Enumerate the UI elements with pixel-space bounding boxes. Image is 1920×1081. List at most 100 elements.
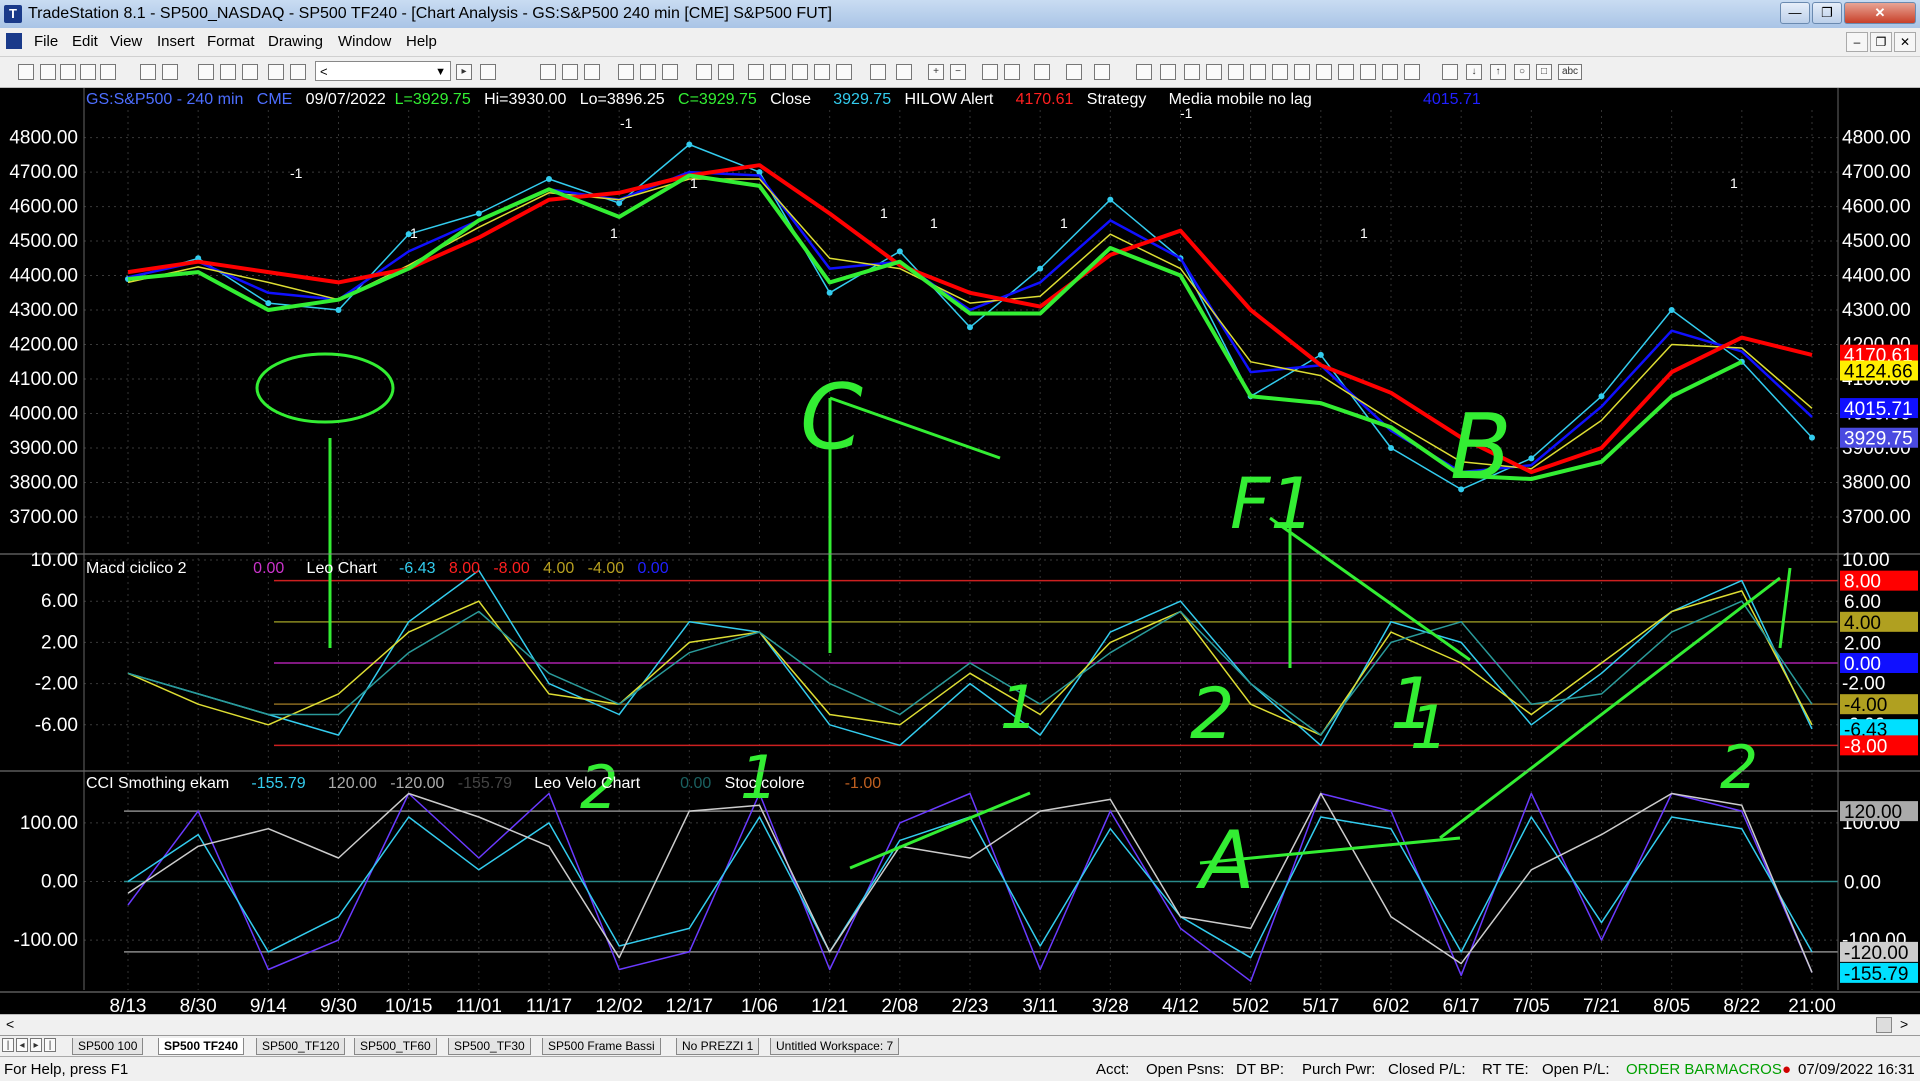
open-psns-label: Open Psns: [1146, 1061, 1225, 1078]
tab-sp500-frame-bassi[interactable]: SP500 Frame Bassi [542, 1038, 661, 1055]
child-restore-button[interactable]: ❐ [1870, 32, 1892, 52]
tab-prev-icon[interactable]: ◂ [16, 1038, 28, 1052]
grid-icon[interactable] [562, 64, 578, 80]
expand-icon[interactable] [896, 64, 912, 80]
fibonacci-icon[interactable] [1160, 64, 1176, 80]
x-tick-label: 3/11 [1022, 996, 1058, 1014]
gann-icon[interactable] [1272, 64, 1288, 80]
tab-sp500-tf60[interactable]: SP500_TF60 [354, 1038, 437, 1055]
menu-insert[interactable]: Insert [157, 33, 195, 50]
arrows-icon[interactable] [1338, 64, 1354, 80]
chart-icon[interactable] [640, 64, 656, 80]
menu-window[interactable]: Window [338, 33, 391, 50]
price-point [335, 307, 342, 314]
speed-lines-icon[interactable] [1316, 64, 1332, 80]
zoom-icon[interactable] [480, 64, 496, 80]
scroll-right-arrow[interactable]: > [1900, 1016, 1908, 1032]
tradestation-logo-icon: T [4, 5, 22, 23]
arc-icon[interactable] [1382, 64, 1398, 80]
horizontal-line-icon[interactable] [1184, 64, 1200, 80]
tab-sp500-tf240[interactable]: SP500 TF240 [158, 1038, 245, 1055]
open-icon[interactable] [40, 64, 56, 80]
bar-chart-icon[interactable] [540, 64, 556, 80]
tools-icon[interactable] [696, 64, 712, 80]
ellipse-icon[interactable]: ○ [1514, 64, 1530, 80]
radar-icon[interactable] [770, 64, 786, 80]
horizontal-scrollbar[interactable]: < > [0, 1014, 1920, 1035]
menu-edit[interactable]: Edit [72, 33, 98, 50]
option-icon[interactable] [814, 64, 830, 80]
table-icon[interactable] [584, 64, 600, 80]
zoom-in-icon[interactable]: + [928, 64, 944, 80]
menu-file[interactable]: File [34, 33, 58, 50]
apps-icon[interactable] [290, 64, 306, 80]
parallel-icon[interactable] [1360, 64, 1376, 80]
arrow-down-red-icon[interactable]: ↓ [1466, 64, 1482, 80]
lock-icon[interactable] [242, 64, 258, 80]
news-icon[interactable] [748, 64, 764, 80]
child-close-button[interactable]: ✕ [1894, 32, 1916, 52]
copy-icon[interactable] [100, 64, 116, 80]
arrow-up-blue-icon[interactable]: ↑ [1490, 64, 1506, 80]
arrow-right-icon[interactable]: ▸ [456, 64, 472, 80]
tab-sp500-tf120[interactable]: SP500_TF120 [256, 1038, 346, 1055]
menu-help[interactable]: Help [406, 33, 437, 50]
andrews-icon[interactable] [1250, 64, 1266, 80]
rectangle-icon[interactable]: □ [1536, 64, 1552, 80]
chart-analysis-window[interactable]: -1 1 1 -1 1 1 1 1 -1 1 1 C F1 B A 1 2 1 1 2 1 2 4800.00 4800.0… [0, 88, 1920, 1014]
chart-canvas[interactable]: -11 1-1111 1-111CF1BA12 11 2 12 4800.00 4800.0… [0, 88, 1920, 1014]
channel-icon[interactable] [1206, 64, 1222, 80]
crosshair-icon[interactable] [1004, 64, 1020, 80]
camera-icon[interactable] [662, 64, 678, 80]
zoom-out-icon[interactable]: − [950, 64, 966, 80]
tab-last-icon[interactable]: | [44, 1038, 56, 1052]
bars-icon[interactable] [870, 64, 886, 80]
matrix-icon[interactable] [792, 64, 808, 80]
pointer-icon[interactable] [982, 64, 998, 80]
refresh-icon[interactable] [220, 64, 236, 80]
child-minimize-button[interactable]: – [1846, 32, 1868, 52]
tab-untitled-workspace[interactable]: Untitled Workspace: 7 [770, 1038, 900, 1055]
y-tick-label-right: 4700.00 [1842, 162, 1911, 183]
scroll-grip-icon[interactable] [1876, 1017, 1892, 1033]
regression-icon[interactable] [1228, 64, 1244, 80]
tab-no-prezzi[interactable]: No PREZZI 1 [676, 1038, 760, 1055]
menu-drawing[interactable]: Drawing [268, 33, 323, 50]
new-icon[interactable] [18, 64, 34, 80]
trendline-icon[interactable] [1136, 64, 1152, 80]
order-bar-button[interactable]: ORDER BAR [1626, 1061, 1715, 1078]
y-tick-label: 4600.00 [9, 197, 78, 218]
maximize-button[interactable]: ❐ [1812, 2, 1842, 24]
window-icon[interactable] [718, 64, 734, 80]
minimize-button[interactable]: — [1780, 2, 1810, 24]
macd-v7: 0.00 [637, 560, 669, 577]
link-icon[interactable] [618, 64, 634, 80]
print-icon[interactable] [162, 64, 178, 80]
pencil-icon[interactable] [1404, 64, 1420, 80]
workspace-icon[interactable] [80, 64, 96, 80]
rt-te-label: RT TE: [1482, 1061, 1529, 1078]
vertical-lines-icon[interactable] [1294, 64, 1310, 80]
wrench-icon[interactable] [1034, 64, 1050, 80]
save-icon[interactable] [60, 64, 76, 80]
connection-status-icon: ● [1782, 1061, 1792, 1078]
curve-icon[interactable] [1442, 64, 1458, 80]
text-icon[interactable]: abc [1558, 64, 1582, 80]
macros-button[interactable]: MACROS [1716, 1061, 1782, 1078]
right-price-label: -8.00 [1844, 736, 1887, 757]
scroll-left-arrow[interactable]: < [6, 1016, 14, 1032]
tab-next-icon[interactable]: ▸ [30, 1038, 42, 1052]
format-bar-icon[interactable] [198, 64, 214, 80]
tab-sp500-100[interactable]: SP500 100 [72, 1038, 144, 1055]
tab-first-icon[interactable]: | [2, 1038, 14, 1052]
scanner-icon[interactable] [836, 64, 852, 80]
paint-icon[interactable] [268, 64, 284, 80]
menu-view[interactable]: View [110, 33, 142, 50]
save-disk-icon[interactable] [140, 64, 156, 80]
menu-format[interactable]: Format [207, 33, 255, 50]
tab-sp500-tf30[interactable]: SP500_TF30 [448, 1038, 531, 1055]
indicator-icon[interactable] [1066, 64, 1082, 80]
strategy-icon[interactable] [1094, 64, 1110, 80]
close-button[interactable]: ✕ [1844, 2, 1916, 24]
symbol-dropdown[interactable]: < ▼ [315, 61, 451, 81]
